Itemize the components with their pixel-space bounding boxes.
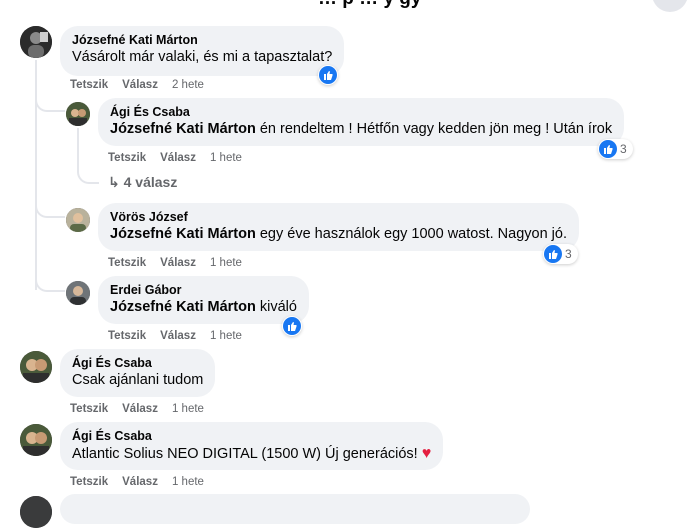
- like-button[interactable]: Tetszik: [108, 330, 146, 342]
- comment-author[interactable]: Ági És Csaba: [72, 429, 431, 444]
- post-header: … p … y gy: [0, 0, 700, 14]
- avatar[interactable]: [20, 496, 52, 528]
- avatar[interactable]: [20, 351, 52, 383]
- like-icon: [319, 66, 337, 84]
- like-button[interactable]: Tetszik: [70, 79, 108, 91]
- comment-text: Atlantic Solius NEO DIGITAL (1500 W) Új …: [72, 444, 431, 464]
- post-title: … p … y gy: [318, 0, 421, 10]
- comment-body: kiváló: [255, 299, 297, 315]
- comment-bubble: Vörös József Józsefné Kati Márton egy év…: [98, 203, 579, 251]
- reaction-count: 3: [565, 247, 572, 261]
- like-icon: [599, 140, 617, 158]
- like-icon: [544, 245, 562, 263]
- close-button[interactable]: [652, 0, 688, 12]
- reaction-badge[interactable]: 3: [598, 139, 633, 159]
- mention-link[interactable]: Józsefné Kati Márton: [110, 299, 256, 315]
- view-replies-link[interactable]: ↳ 4 válasz: [108, 174, 177, 191]
- comment-body: Atlantic Solius NEO DIGITAL (1500 W) Új …: [72, 446, 418, 462]
- like-button[interactable]: Tetszik: [108, 257, 146, 269]
- heart-emoji-icon: ♥: [421, 445, 432, 462]
- timestamp[interactable]: 1 hete: [172, 403, 204, 415]
- comment-bubble: Józsefné Kati Márton Vásárolt már valaki…: [60, 26, 345, 76]
- comment-text: Józsefné Kati Márton én rendeltem ! Hétf…: [110, 120, 612, 139]
- timestamp[interactable]: 1 hete: [210, 152, 242, 164]
- comment-actions: Tetszik Válasz 1 hete: [108, 330, 242, 342]
- comment-bubble: Ági És Csaba Atlantic Solius NEO DIGITAL…: [60, 422, 444, 470]
- timestamp[interactable]: 2 hete: [172, 79, 204, 91]
- comment-actions: Tetszik Válasz 2 hete: [70, 79, 204, 91]
- like-button[interactable]: Tetszik: [70, 403, 108, 415]
- comment-text: Vásárolt már valaki, és mi a tapasztalat…: [72, 49, 333, 65]
- comment-actions: Tetszik Válasz 1 hete: [70, 403, 204, 415]
- timestamp[interactable]: 1 hete: [210, 257, 242, 269]
- comment-author[interactable]: Józsefné Kati Márton: [72, 33, 332, 48]
- comment-actions: Tetszik Válasz 1 hete: [108, 152, 242, 164]
- thread-connector: [77, 158, 99, 184]
- thread-connector: [35, 270, 65, 292]
- comment-bubble: [60, 494, 530, 524]
- reply-button[interactable]: Válasz: [160, 257, 196, 269]
- comment-author[interactable]: Vörös József: [110, 210, 567, 225]
- comment-actions: Tetszik Válasz 1 hete: [108, 257, 242, 269]
- replies-count: 4 válasz: [123, 174, 178, 190]
- comment-text: Csak ajánlani tudom: [72, 372, 204, 388]
- reply-button[interactable]: Válasz: [160, 152, 196, 164]
- comment-text: Józsefné Kati Márton egy éve használok e…: [110, 225, 567, 244]
- comment-bubble: Ági És Csaba Józsefné Kati Márton én ren…: [98, 98, 625, 146]
- comment-bubble: Erdei Gábor Józsefné Kati Márton kiváló: [98, 276, 309, 324]
- comment-text: Józsefné Kati Márton kiváló: [110, 298, 297, 317]
- timestamp[interactable]: 1 hete: [210, 330, 242, 342]
- thread-connector: [35, 90, 65, 112]
- comment-actions: Tetszik Válasz 1 hete: [70, 476, 204, 488]
- avatar[interactable]: [66, 102, 90, 126]
- avatar[interactable]: [20, 26, 52, 58]
- avatar[interactable]: [20, 424, 52, 456]
- reply-button[interactable]: Válasz: [122, 79, 158, 91]
- reaction-badge[interactable]: [318, 65, 338, 85]
- like-button[interactable]: Tetszik: [70, 476, 108, 488]
- reply-button[interactable]: Válasz: [160, 330, 196, 342]
- avatar[interactable]: [66, 208, 90, 232]
- comment-body: egy éve használok egy 1000 watost. Nagyo…: [255, 226, 567, 242]
- avatar[interactable]: [66, 281, 90, 305]
- reply-button[interactable]: Válasz: [122, 476, 158, 488]
- comment-body: én rendeltem ! Hétfőn vagy kedden jön me…: [255, 121, 613, 137]
- timestamp[interactable]: 1 hete: [172, 476, 204, 488]
- comment-bubble: Ági És Csaba Csak ajánlani tudom: [60, 349, 216, 397]
- reaction-badge[interactable]: [282, 316, 302, 336]
- mention-link[interactable]: Józsefné Kati Márton: [110, 121, 256, 137]
- reaction-count: 3: [620, 142, 627, 156]
- like-icon: [283, 317, 301, 335]
- like-button[interactable]: Tetszik: [108, 152, 146, 164]
- mention-link[interactable]: Józsefné Kati Márton: [110, 226, 256, 242]
- thread-connector: [35, 196, 65, 218]
- reply-arrow-icon: ↳: [108, 174, 124, 190]
- reply-button[interactable]: Válasz: [122, 403, 158, 415]
- comment-author[interactable]: Ági És Csaba: [72, 356, 203, 371]
- comment-author[interactable]: Erdei Gábor: [110, 283, 297, 298]
- thread-line: [77, 128, 79, 158]
- comment-author[interactable]: Ági És Csaba: [110, 105, 612, 120]
- reaction-badge[interactable]: 3: [543, 244, 578, 264]
